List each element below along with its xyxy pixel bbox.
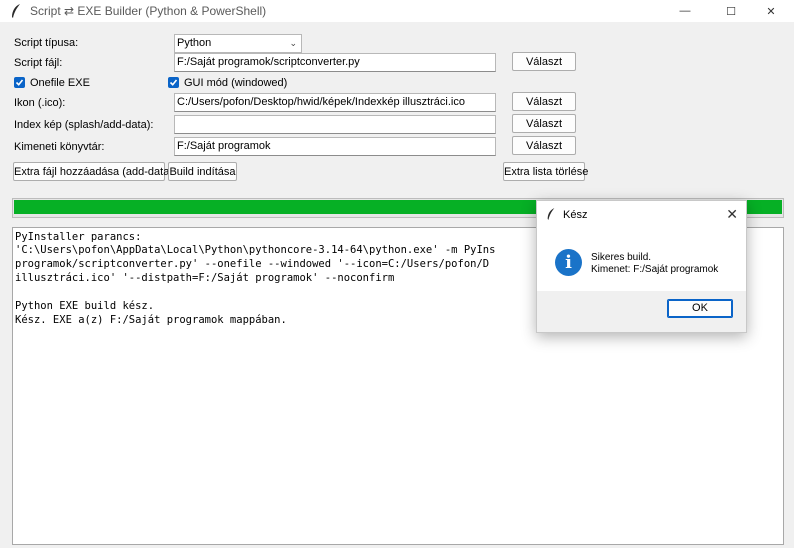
index-image-browse-button[interactable]: Választ [512, 114, 576, 133]
log-line: 'C:\Users\pofon\AppData\Local\Python\pyt… [15, 244, 496, 256]
success-dialog: Kész ✕ i Sikeres build. Kimenet: F:/Sajá… [536, 200, 747, 333]
icon-browse-button[interactable]: Választ [512, 92, 576, 111]
script-file-browse-button[interactable]: Választ [512, 52, 576, 71]
script-file-label: Script fájl: [14, 57, 63, 69]
script-type-value: Python [177, 37, 212, 49]
check-icon [15, 79, 24, 86]
add-extra-file-button[interactable]: Extra fájl hozzáadása (add-data) [13, 162, 173, 181]
index-image-input[interactable] [174, 115, 496, 134]
dialog-footer: OK [537, 291, 746, 332]
ok-button[interactable]: OK [667, 299, 733, 318]
title-bar: Script ⇄ EXE Builder (Python & PowerShel… [0, 0, 794, 22]
minimize-button[interactable]: — [662, 0, 708, 22]
log-line: programok/scriptconverter.py' --onefile … [15, 258, 490, 270]
script-type-select[interactable]: Python ⌄ [174, 34, 302, 53]
log-line: illusztráci.ico' '--distpath=F:/Saját pr… [15, 272, 395, 284]
dialog-close-button[interactable]: ✕ [726, 206, 738, 223]
log-line: Kész. EXE a(z) F:/Saját programok mappáb… [15, 314, 287, 326]
feather-icon [546, 207, 556, 224]
gui-mode-label: GUI mód (windowed) [184, 77, 288, 89]
script-file-input[interactable]: F:/Saját programok/scriptconverter.py [174, 53, 496, 72]
app-window: Script ⇄ EXE Builder (Python & PowerShel… [0, 0, 794, 548]
window-title: Script ⇄ EXE Builder (Python & PowerShel… [30, 4, 267, 18]
log-line: Python EXE build kész. [15, 300, 155, 312]
icon-input[interactable]: C:/Users/pofon/Desktop/hwid/képek/Indexk… [174, 93, 496, 112]
output-dir-label: Kimeneti könyvtár: [14, 141, 105, 153]
chevron-down-icon: ⌄ [289, 38, 297, 48]
dialog-title: Kész [563, 209, 588, 221]
onefile-label: Onefile EXE [30, 77, 90, 89]
onefile-checkbox[interactable] [14, 77, 25, 88]
gui-mode-checkbox[interactable] [168, 77, 179, 88]
build-button[interactable]: Build indítása [168, 162, 237, 181]
check-icon [169, 79, 178, 86]
script-type-label: Script típusa: [14, 37, 79, 49]
close-button[interactable]: ✕ [748, 0, 794, 22]
output-dir-input[interactable]: F:/Saját programok [174, 137, 496, 156]
dialog-message-line1: Sikeres build. [591, 252, 652, 263]
icon-label: Ikon (.ico): [14, 97, 66, 109]
output-dir-browse-button[interactable]: Választ [512, 136, 576, 155]
dialog-message-line2: Kimenet: F:/Saját programok [591, 264, 719, 275]
dialog-body: i Sikeres build. Kimenet: F:/Saját progr… [537, 229, 746, 291]
clear-extra-list-button[interactable]: Extra lista törlése [503, 162, 588, 181]
log-line: PyInstaller parancs: [15, 231, 142, 243]
index-image-label: Index kép (splash/add-data): [14, 119, 154, 131]
info-icon: i [555, 249, 582, 276]
feather-icon [10, 3, 22, 19]
